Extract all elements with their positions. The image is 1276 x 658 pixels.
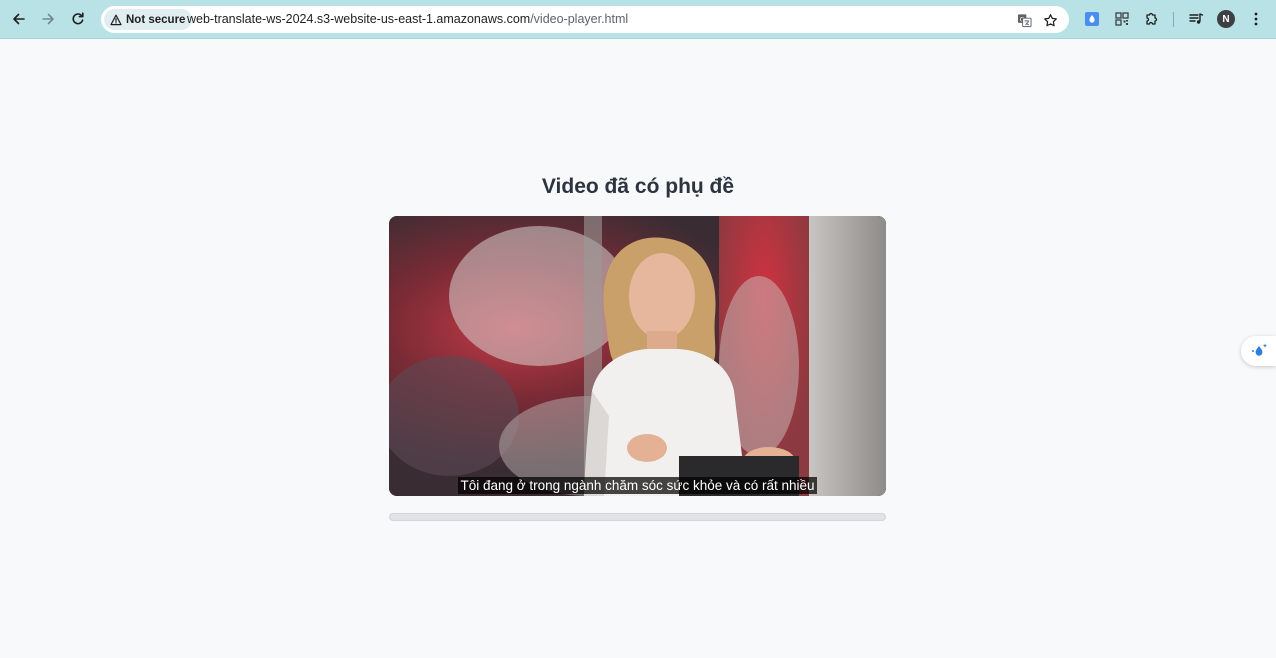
- security-label: Not secure: [126, 13, 186, 26]
- url-text[interactable]: web-translate-ws-2024.s3-website-us-east…: [187, 12, 628, 26]
- reload-icon: [72, 12, 84, 25]
- extensions-menu-button[interactable]: [1142, 9, 1162, 29]
- browser-toolbar: Not secure web-translate-ws-2024.s3-webs…: [0, 0, 1276, 39]
- media-control-icon: [1189, 13, 1204, 24]
- video-player[interactable]: Tôi đang ở trong ngành chăm sóc sức khỏe…: [389, 216, 886, 496]
- url-host: web-translate-ws-2024.s3-website-us-east…: [187, 12, 531, 26]
- video-subtitle: Tôi đang ở trong ngành chăm sóc sức khỏe…: [389, 477, 886, 495]
- browser-menu-button[interactable]: [1246, 9, 1266, 29]
- extension-qr-button[interactable]: [1112, 9, 1132, 29]
- water-drop-icon: [1085, 12, 1099, 26]
- extension-water-drop-button[interactable]: [1082, 9, 1102, 29]
- profile-avatar[interactable]: N: [1217, 10, 1235, 28]
- translate-icon: G: [1017, 13, 1032, 27]
- translate-button[interactable]: G: [1014, 10, 1034, 30]
- warning-triangle-icon: [110, 14, 122, 25]
- kebab-menu-icon: [1254, 12, 1258, 26]
- media-control-button[interactable]: [1186, 9, 1206, 29]
- reload-button[interactable]: [65, 6, 91, 32]
- page-title: Video đã có phụ đề: [541, 175, 735, 198]
- arrow-right-icon: [42, 13, 54, 25]
- qr-code-icon: [1115, 12, 1129, 26]
- security-indicator[interactable]: Not secure: [104, 9, 193, 30]
- toolbar-divider: [1173, 12, 1174, 27]
- bookmark-button[interactable]: [1040, 10, 1060, 30]
- side-widget-button[interactable]: [1241, 336, 1276, 366]
- video-progress-bar[interactable]: [389, 513, 886, 521]
- sparkle-drop-icon: [1251, 343, 1267, 356]
- video-frame: [389, 216, 886, 496]
- address-bar[interactable]: Not secure web-translate-ws-2024.s3-webs…: [101, 6, 1069, 33]
- arrow-left-icon: [13, 13, 25, 25]
- subtitle-text: Tôi đang ở trong ngành chăm sóc sức khỏe…: [458, 477, 817, 494]
- url-path: /video-player.html: [530, 12, 629, 26]
- star-icon: [1043, 13, 1057, 26]
- puzzle-icon: [1146, 12, 1158, 25]
- forward-button[interactable]: [35, 6, 61, 32]
- back-button[interactable]: [6, 6, 32, 32]
